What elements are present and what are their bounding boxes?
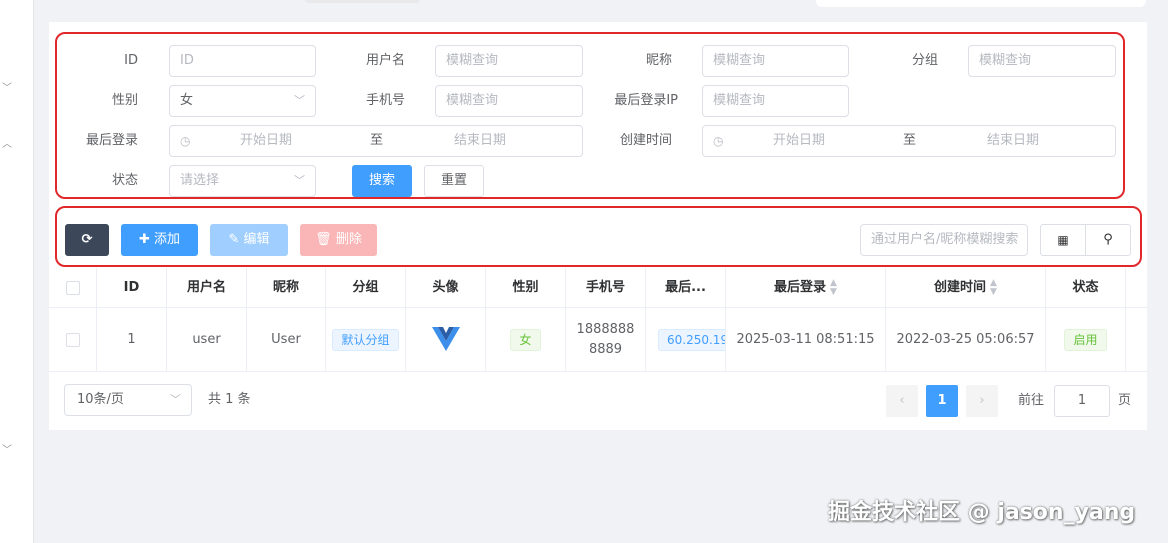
cell-create-time: 2022-03-25 05:06:57: [886, 308, 1046, 372]
cell-username: user: [167, 308, 247, 372]
cell-last-login: 2025-03-11 08:51:15: [726, 308, 886, 372]
cell-mobile: 1888888 8889: [566, 308, 646, 372]
checkbox[interactable]: [65, 332, 80, 347]
cell-group: 默认分组: [326, 308, 406, 372]
top-tab-fragment: [305, 0, 420, 3]
header-gender: 性别: [486, 268, 566, 308]
next-page-button[interactable]: ›: [966, 385, 998, 417]
cell-gender: 女: [486, 308, 566, 372]
header-group: 分组: [326, 268, 406, 308]
watermark: 掘金技术社区 @ jason_yang: [828, 500, 1136, 525]
user-table: ID 用户名 昵称 分组 头像 性别 手机号 最后... 最后登录 ▲ ▼ 创建时间…: [49, 268, 1147, 372]
header-username: 用户名: [167, 268, 247, 308]
chevron-up-icon[interactable]: ︿: [0, 135, 14, 150]
chevron-down-icon[interactable]: ﹀: [0, 441, 14, 456]
cell-filler: [1126, 308, 1147, 372]
cell-nickname: User: [247, 308, 326, 372]
chevron-down-icon[interactable]: ﹀: [0, 79, 14, 94]
header-last-login[interactable]: 最后登录 ▲ ▼: [726, 268, 886, 308]
cell-last-login-ip: 60.250.191: [646, 308, 726, 372]
header-status: 状态: [1046, 268, 1126, 308]
group-tag: 默认分组: [332, 328, 399, 351]
status-badge: 启用: [1064, 328, 1107, 351]
checkbox[interactable]: [65, 280, 80, 295]
goto-label: 前往: [1018, 393, 1045, 408]
sort-icon[interactable]: ▲ ▼: [990, 278, 997, 297]
page-suffix: 页: [1118, 393, 1132, 408]
prev-page-button[interactable]: ‹: [886, 385, 918, 417]
chevron-left-icon: ‹: [899, 393, 905, 408]
left-sidebar: ﹀ ︿ ﹀: [0, 0, 34, 543]
cell-id: 1: [97, 308, 167, 372]
page-number-button[interactable]: 1: [926, 385, 958, 417]
highlight-toolbar: [55, 206, 1142, 267]
avatar[interactable]: [431, 326, 460, 353]
highlight-search-form: [55, 32, 1125, 199]
header-filler: [1126, 268, 1147, 308]
header-avatar: 头像: [406, 268, 486, 308]
cell-avatar: [406, 308, 486, 372]
cell-status: 启用: [1046, 308, 1126, 372]
row-select[interactable]: [49, 308, 97, 372]
chevron-down-icon: ﹀: [170, 393, 181, 406]
goto-page-input[interactable]: 1: [1054, 385, 1110, 417]
sort-icon[interactable]: ▲ ▼: [830, 278, 837, 297]
ip-tag: 60.250.191: [658, 328, 725, 351]
total-count: 共 1 条: [208, 392, 251, 407]
gender-tag: 女: [510, 328, 541, 351]
header-mobile: 手机号: [566, 268, 646, 308]
header-id: ID: [97, 268, 167, 308]
header-last-login-ip: 最后...: [646, 268, 726, 308]
chevron-right-icon: ›: [979, 393, 985, 408]
page-size-select[interactable]: 10条/页 ﹀: [64, 384, 192, 416]
header-nickname: 昵称: [247, 268, 326, 308]
header-select-all[interactable]: [49, 268, 97, 308]
top-card-fragment: [816, 0, 1146, 7]
header-create-time[interactable]: 创建时间 ▲ ▼: [886, 268, 1046, 308]
